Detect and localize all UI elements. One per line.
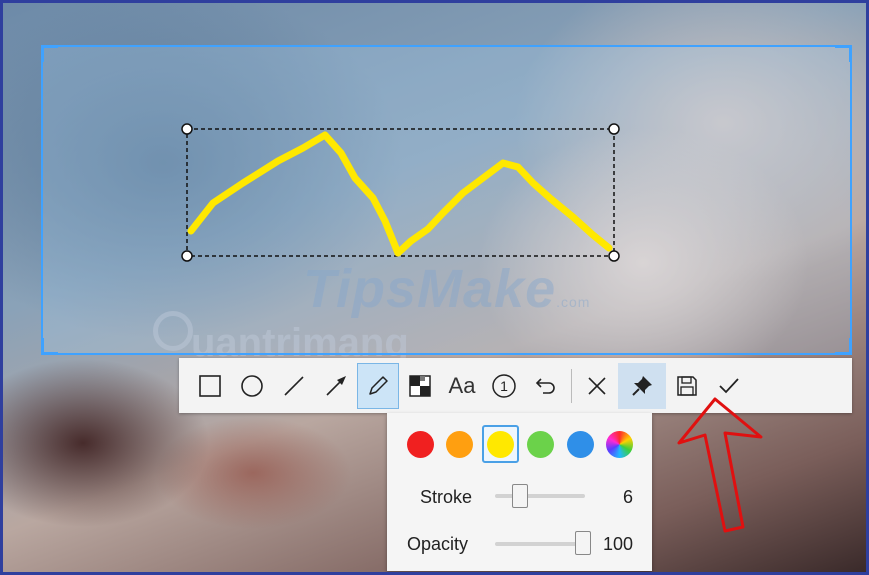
red-arrow bbox=[677, 397, 763, 533]
pointer-arrow-layer bbox=[677, 397, 763, 533]
screenshot-frame: TipsMake.com uantrimang Aa 1 Stroke 6 Op… bbox=[0, 0, 869, 575]
